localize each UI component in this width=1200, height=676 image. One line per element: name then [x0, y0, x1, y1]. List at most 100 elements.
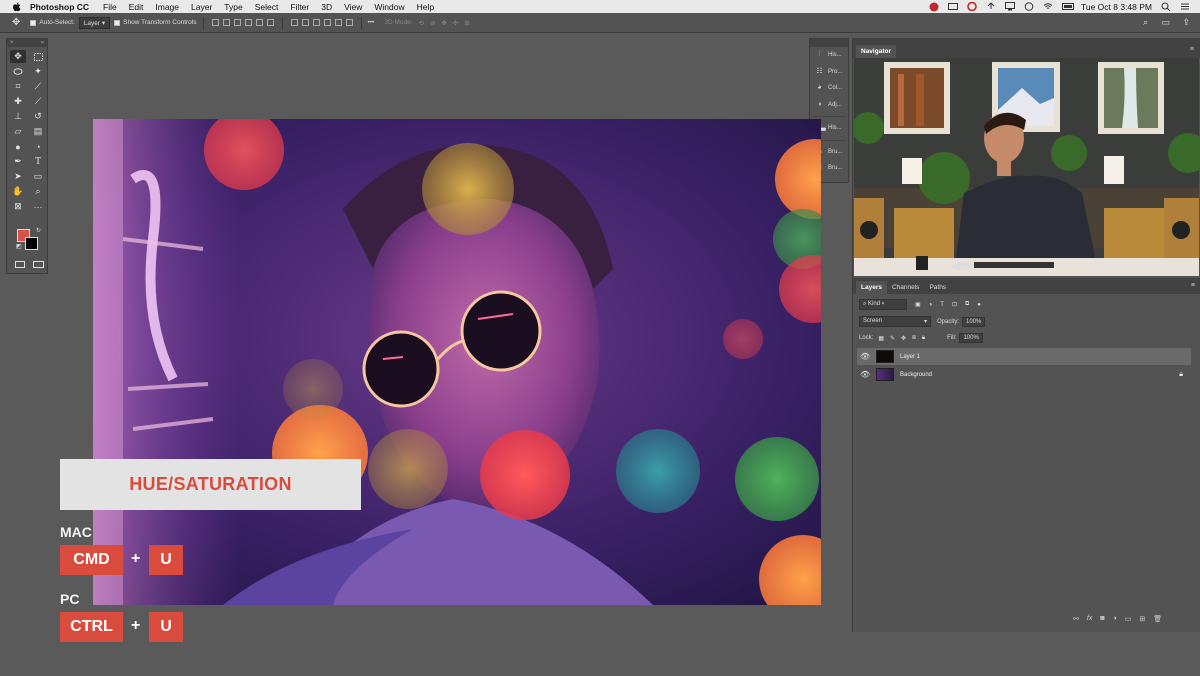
distribute-bottom-icon[interactable]	[312, 19, 320, 26]
opacity-input[interactable]: 100%	[962, 316, 986, 327]
tab-layers[interactable]: Layers	[856, 281, 887, 294]
distribute-middle-icon[interactable]	[301, 19, 309, 26]
app-name[interactable]: Photoshop CC	[30, 2, 89, 12]
healing-brush-icon[interactable]: ✚	[10, 95, 26, 108]
distribute-center-icon[interactable]	[334, 19, 342, 26]
menu-filter[interactable]: Filter	[290, 2, 309, 12]
move-tool-icon[interactable]: ✥	[12, 17, 20, 28]
rectangle-tool-icon[interactable]: ▭	[30, 170, 46, 183]
3d-roll-icon[interactable]: ⊚	[430, 19, 435, 27]
creative-cloud-icon[interactable]	[967, 1, 977, 12]
edit-toolbar-icon[interactable]: ⊠	[10, 200, 26, 213]
lock-transparent-icon[interactable]: ▦	[878, 335, 884, 342]
align-right-icon[interactable]	[266, 19, 274, 26]
panel-menu-icon[interactable]: ≡	[1190, 46, 1194, 53]
properties-panel-button[interactable]: ☷ Pro...	[810, 64, 848, 81]
quick-mask-icon[interactable]	[15, 261, 25, 268]
tab-paths[interactable]: Paths	[924, 281, 951, 294]
layer-row-background[interactable]: 👁︎ Background 🔒︎	[857, 366, 1191, 383]
blur-tool-icon[interactable]: ●	[10, 140, 26, 153]
menu-layer[interactable]: Layer	[191, 2, 212, 12]
lock-all-icon[interactable]: 🔒︎	[922, 335, 925, 342]
new-group-icon[interactable]: ▭	[1125, 615, 1132, 623]
more-options-icon[interactable]: •••	[368, 19, 375, 26]
spotlight-search-icon[interactable]	[1161, 2, 1171, 12]
align-top-icon[interactable]	[211, 19, 219, 26]
document-canvas[interactable]	[93, 119, 821, 605]
menu-help[interactable]: Help	[417, 2, 434, 12]
3d-orbit-icon[interactable]: ⟲	[419, 19, 424, 27]
new-layer-icon[interactable]: ⊞	[1139, 615, 1145, 623]
filter-pixel-icon[interactable]: ▣	[915, 301, 921, 308]
app-status-icon[interactable]	[929, 2, 939, 12]
menu-file[interactable]: File	[103, 2, 117, 12]
3d-slide-icon[interactable]: ✣	[453, 19, 458, 27]
upload-icon[interactable]	[986, 2, 996, 11]
background-color-swatch[interactable]	[25, 237, 38, 250]
tab-channels[interactable]: Channels	[887, 281, 924, 294]
display-icon[interactable]	[1004, 2, 1015, 11]
path-selection-icon[interactable]: ➤	[10, 170, 26, 183]
link-layers-icon[interactable]: ⚯	[1073, 615, 1079, 623]
notification-center-icon[interactable]	[1180, 2, 1190, 11]
history-brush-icon[interactable]: ↺	[30, 110, 46, 123]
distribute-right-icon[interactable]	[345, 19, 353, 26]
lock-position-icon[interactable]: ✥	[901, 335, 906, 342]
layer-filter-dropdown[interactable]: ⌕ Kind ▾	[859, 299, 907, 310]
visibility-eye-icon[interactable]: 👁︎	[860, 370, 870, 379]
share-icon[interactable]: ⇪	[1182, 17, 1190, 28]
filter-toggle-icon[interactable]: ●	[977, 302, 981, 308]
navigator-preview[interactable]	[854, 58, 1199, 276]
screen-mode-icon[interactable]	[33, 261, 44, 268]
magic-wand-icon[interactable]: ✦	[30, 65, 46, 78]
menu-window[interactable]: Window	[374, 2, 404, 12]
window-icon[interactable]	[947, 2, 958, 11]
pen-tool-icon[interactable]: ✒	[10, 155, 26, 168]
delete-layer-icon[interactable]: 🗑︎	[1153, 615, 1162, 623]
filter-adjustment-icon[interactable]: ◑	[929, 302, 933, 308]
align-bottom-icon[interactable]	[233, 19, 241, 26]
distribute-top-icon[interactable]	[290, 19, 298, 26]
color-panel-button[interactable]: ◕ Col...	[810, 80, 848, 97]
clock[interactable]: Tue Oct 8 3:48 PM	[1081, 2, 1152, 12]
layer-row-layer1[interactable]: 👁︎ Layer 1	[857, 348, 1191, 365]
search-icon[interactable]: ⌕	[1143, 17, 1148, 28]
tools-panel-header[interactable]: ×»	[7, 39, 47, 47]
fill-input[interactable]: 100%	[959, 333, 983, 343]
wifi-icon[interactable]	[1043, 2, 1053, 11]
menu-3d[interactable]: 3D	[321, 2, 332, 12]
distribute-left-icon[interactable]	[323, 19, 331, 26]
panel-menu-icon[interactable]: ≡	[1191, 282, 1195, 289]
workspace-icon[interactable]: ▭	[1161, 17, 1170, 28]
history-panel-button[interactable]: ⫶ His...	[810, 47, 848, 64]
blend-mode-dropdown[interactable]: Screen ▾	[859, 316, 931, 327]
default-colors-icon[interactable]: ◩	[16, 243, 22, 250]
marquee-tool-icon[interactable]	[30, 50, 46, 63]
tab-navigator[interactable]: Navigator	[856, 45, 896, 58]
transform-controls-checkbox[interactable]	[114, 19, 121, 26]
align-left-icon[interactable]	[244, 19, 252, 26]
lasso-tool-icon[interactable]	[10, 65, 26, 78]
menu-edit[interactable]: Edit	[129, 2, 144, 12]
crop-tool-icon[interactable]: ⌗	[10, 80, 26, 93]
align-middle-icon[interactable]	[222, 19, 230, 26]
auto-select-checkbox[interactable]	[30, 19, 37, 26]
brush-tool-icon[interactable]: ⟋	[30, 95, 46, 108]
swap-colors-icon[interactable]: ↻	[36, 227, 41, 234]
layer-name[interactable]: Layer 1	[900, 354, 920, 360]
layer-style-icon[interactable]: fx	[1087, 615, 1092, 623]
eyedropper-icon[interactable]: ⟋	[30, 80, 46, 93]
adjustment-layer-icon[interactable]: ◑	[1113, 615, 1117, 623]
align-center-icon[interactable]	[255, 19, 263, 26]
filter-shape-icon[interactable]: ⊡	[952, 301, 957, 308]
apple-icon[interactable]	[11, 1, 22, 12]
filter-type-icon[interactable]: T	[940, 302, 944, 308]
gradient-tool-icon[interactable]: ▤	[30, 125, 46, 138]
lock-artboard-icon[interactable]: ⧈	[912, 335, 916, 342]
3d-scale-icon[interactable]: ⊞	[464, 19, 469, 27]
collapsed-panels-header[interactable]	[810, 39, 848, 47]
menu-select[interactable]: Select	[255, 2, 279, 12]
menu-image[interactable]: Image	[155, 2, 179, 12]
3d-pan-icon[interactable]: ✥	[441, 19, 446, 27]
move-tool-icon[interactable]: ✥	[10, 50, 26, 63]
